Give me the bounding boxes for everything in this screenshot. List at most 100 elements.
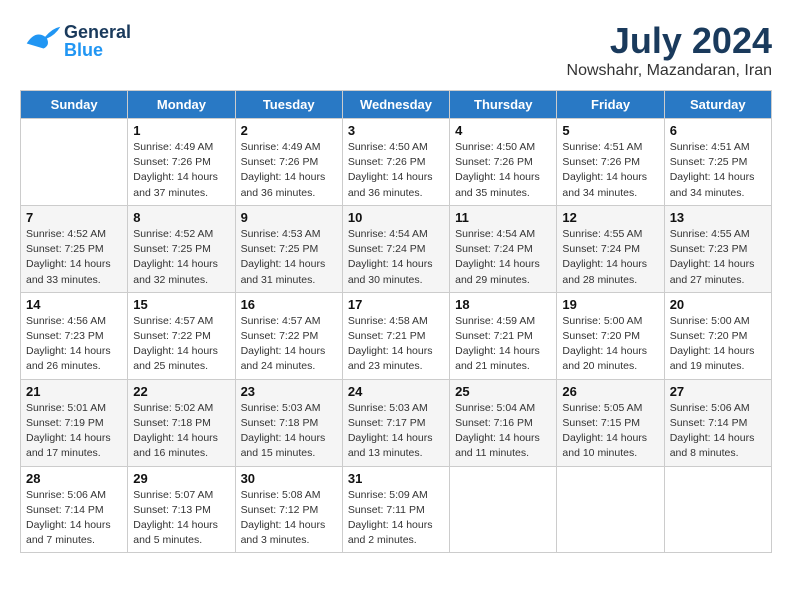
day-info: Sunrise: 5:04 AMSunset: 7:16 PMDaylight:… [455, 401, 551, 462]
day-info: Sunrise: 5:06 AMSunset: 7:14 PMDaylight:… [670, 401, 766, 462]
logo: General Blue [20, 20, 131, 62]
day-number: 22 [133, 384, 229, 399]
day-number: 24 [348, 384, 444, 399]
day-info: Sunrise: 4:54 AMSunset: 7:24 PMDaylight:… [455, 227, 551, 288]
day-number: 8 [133, 210, 229, 225]
day-number: 26 [562, 384, 658, 399]
calendar-week-row: 21Sunrise: 5:01 AMSunset: 7:19 PMDayligh… [21, 379, 772, 466]
day-number: 6 [670, 123, 766, 138]
day-info: Sunrise: 4:49 AMSunset: 7:26 PMDaylight:… [133, 140, 229, 201]
calendar-day-cell: 31 Sunrise: 5:09 AMSunset: 7:11 PMDayligh… [342, 466, 449, 553]
day-info: Sunrise: 4:50 AMSunset: 7:26 PMDaylight:… [348, 140, 444, 201]
calendar-day-cell: 17Sunrise: 4:58 AMSunset: 7:21 PMDayligh… [342, 292, 449, 379]
day-info: Sunrise: 5:07 AMSunset: 7:13 PMDaylight:… [133, 488, 229, 549]
day-number: 23 [241, 384, 337, 399]
day-info: Sunrise: 4:59 AMSunset: 7:21 PMDaylight:… [455, 314, 551, 375]
calendar-day-cell: 19Sunrise: 5:00 AMSunset: 7:20 PMDayligh… [557, 292, 664, 379]
day-number: 27 [670, 384, 766, 399]
calendar-day-cell: 29 Sunrise: 5:07 AMSunset: 7:13 PMDayligh… [128, 466, 235, 553]
calendar-day-cell: 10 Sunrise: 4:54 AMSunset: 7:24 PMDayligh… [342, 205, 449, 292]
day-of-week-header: Saturday [664, 91, 771, 119]
day-info: Sunrise: 5:05 AMSunset: 7:15 PMDaylight:… [562, 401, 658, 462]
day-info: Sunrise: 4:58 AMSunset: 7:21 PMDaylight:… [348, 314, 444, 375]
calendar-day-cell: 22Sunrise: 5:02 AMSunset: 7:18 PMDayligh… [128, 379, 235, 466]
day-info: Sunrise: 5:06 AMSunset: 7:14 PMDaylight:… [26, 488, 122, 549]
calendar-day-cell: 6 Sunrise: 4:51 AMSunset: 7:25 PMDaylight… [664, 119, 771, 206]
day-number: 5 [562, 123, 658, 138]
day-of-week-header: Tuesday [235, 91, 342, 119]
calendar-day-cell: 30 Sunrise: 5:08 AMSunset: 7:12 PMDayligh… [235, 466, 342, 553]
day-of-week-header: Sunday [21, 91, 128, 119]
day-number: 12 [562, 210, 658, 225]
logo-text: General Blue [64, 23, 131, 59]
logo-blue-text: Blue [64, 41, 131, 59]
day-number: 30 [241, 471, 337, 486]
day-info: Sunrise: 4:55 AMSunset: 7:24 PMDaylight:… [562, 227, 658, 288]
calendar-day-cell: 23 Sunrise: 5:03 AMSunset: 7:18 PMDayligh… [235, 379, 342, 466]
calendar-day-cell: 4 Sunrise: 4:50 AMSunset: 7:26 PMDaylight… [450, 119, 557, 206]
calendar-day-cell [664, 466, 771, 553]
calendar-table: SundayMondayTuesdayWednesdayThursdayFrid… [20, 90, 772, 553]
day-info: Sunrise: 4:51 AMSunset: 7:25 PMDaylight:… [670, 140, 766, 201]
day-info: Sunrise: 5:03 AMSunset: 7:17 PMDaylight:… [348, 401, 444, 462]
calendar-day-cell: 21Sunrise: 5:01 AMSunset: 7:19 PMDayligh… [21, 379, 128, 466]
calendar-day-cell: 9Sunrise: 4:53 AMSunset: 7:25 PMDaylight… [235, 205, 342, 292]
day-number: 20 [670, 297, 766, 312]
day-info: Sunrise: 4:49 AMSunset: 7:26 PMDaylight:… [241, 140, 337, 201]
calendar-day-cell: 1 Sunrise: 4:49 AMSunset: 7:26 PMDaylight… [128, 119, 235, 206]
day-info: Sunrise: 5:00 AMSunset: 7:20 PMDaylight:… [670, 314, 766, 375]
calendar-week-row: 1 Sunrise: 4:49 AMSunset: 7:26 PMDaylight… [21, 119, 772, 206]
calendar-day-cell: 20 Sunrise: 5:00 AMSunset: 7:20 PMDayligh… [664, 292, 771, 379]
calendar-day-cell [21, 119, 128, 206]
calendar-subtitle: Nowshahr, Mazandaran, Iran [567, 62, 772, 80]
day-info: Sunrise: 4:50 AMSunset: 7:26 PMDaylight:… [455, 140, 551, 201]
day-number: 15 [133, 297, 229, 312]
day-info: Sunrise: 5:01 AMSunset: 7:19 PMDaylight:… [26, 401, 122, 462]
day-info: Sunrise: 5:03 AMSunset: 7:18 PMDaylight:… [241, 401, 337, 462]
calendar-header-row: SundayMondayTuesdayWednesdayThursdayFrid… [21, 91, 772, 119]
day-number: 4 [455, 123, 551, 138]
calendar-day-cell: 2Sunrise: 4:49 AMSunset: 7:26 PMDaylight… [235, 119, 342, 206]
day-number: 13 [670, 210, 766, 225]
calendar-day-cell: 11 Sunrise: 4:54 AMSunset: 7:24 PMDayligh… [450, 205, 557, 292]
day-number: 9 [241, 210, 337, 225]
day-info: Sunrise: 4:54 AMSunset: 7:24 PMDaylight:… [348, 227, 444, 288]
calendar-day-cell: 18 Sunrise: 4:59 AMSunset: 7:21 PMDayligh… [450, 292, 557, 379]
title-block: July 2024 Nowshahr, Mazandaran, Iran [567, 20, 772, 80]
day-number: 10 [348, 210, 444, 225]
day-number: 18 [455, 297, 551, 312]
calendar-week-row: 7Sunrise: 4:52 AMSunset: 7:25 PMDaylight… [21, 205, 772, 292]
day-info: Sunrise: 4:52 AMSunset: 7:25 PMDaylight:… [26, 227, 122, 288]
day-number: 14 [26, 297, 122, 312]
day-number: 28 [26, 471, 122, 486]
day-of-week-header: Friday [557, 91, 664, 119]
day-number: 31 [348, 471, 444, 486]
logo-general-text: General [64, 23, 131, 41]
day-number: 16 [241, 297, 337, 312]
page-header: General Blue July 2024 Nowshahr, Mazanda… [20, 20, 772, 80]
day-of-week-header: Thursday [450, 91, 557, 119]
calendar-day-cell: 16Sunrise: 4:57 AMSunset: 7:22 PMDayligh… [235, 292, 342, 379]
day-info: Sunrise: 5:08 AMSunset: 7:12 PMDaylight:… [241, 488, 337, 549]
calendar-day-cell: 26 Sunrise: 5:05 AMSunset: 7:15 PMDayligh… [557, 379, 664, 466]
day-info: Sunrise: 5:00 AMSunset: 7:20 PMDaylight:… [562, 314, 658, 375]
day-info: Sunrise: 4:55 AMSunset: 7:23 PMDaylight:… [670, 227, 766, 288]
calendar-day-cell [450, 466, 557, 553]
day-of-week-header: Monday [128, 91, 235, 119]
calendar-day-cell: 15 Sunrise: 4:57 AMSunset: 7:22 PMDayligh… [128, 292, 235, 379]
day-info: Sunrise: 4:52 AMSunset: 7:25 PMDaylight:… [133, 227, 229, 288]
day-info: Sunrise: 4:56 AMSunset: 7:23 PMDaylight:… [26, 314, 122, 375]
calendar-day-cell: 28 Sunrise: 5:06 AMSunset: 7:14 PMDayligh… [21, 466, 128, 553]
day-info: Sunrise: 4:57 AMSunset: 7:22 PMDaylight:… [133, 314, 229, 375]
calendar-day-cell: 3Sunrise: 4:50 AMSunset: 7:26 PMDaylight… [342, 119, 449, 206]
day-number: 1 [133, 123, 229, 138]
calendar-day-cell: 25Sunrise: 5:04 AMSunset: 7:16 PMDayligh… [450, 379, 557, 466]
calendar-day-cell: 14 Sunrise: 4:56 AMSunset: 7:23 PMDayligh… [21, 292, 128, 379]
day-number: 11 [455, 210, 551, 225]
calendar-day-cell [557, 466, 664, 553]
logo-icon [20, 20, 62, 62]
calendar-day-cell: 5Sunrise: 4:51 AMSunset: 7:26 PMDaylight… [557, 119, 664, 206]
calendar-day-cell: 13 Sunrise: 4:55 AMSunset: 7:23 PMDayligh… [664, 205, 771, 292]
day-number: 29 [133, 471, 229, 486]
day-info: Sunrise: 5:09 AMSunset: 7:11 PMDaylight:… [348, 488, 444, 549]
